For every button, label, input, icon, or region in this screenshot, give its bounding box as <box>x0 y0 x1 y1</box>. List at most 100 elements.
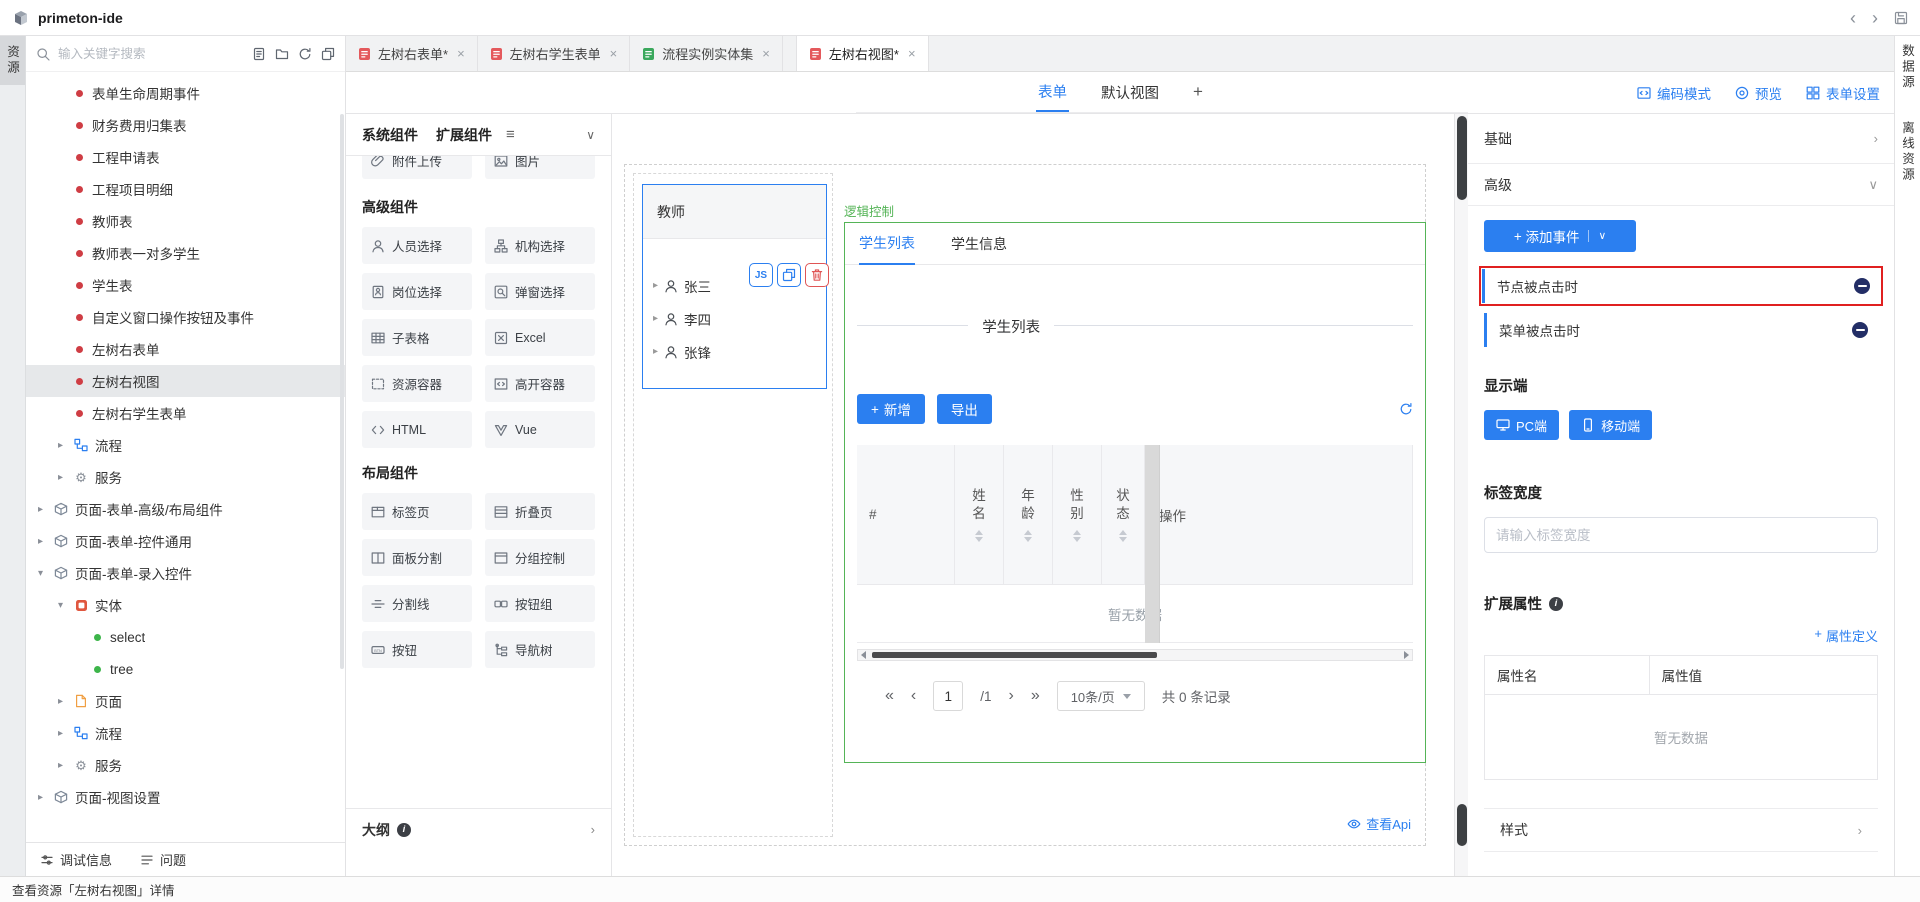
expand-arrow-icon[interactable]: ▸ <box>653 280 658 291</box>
sidebar-scrollbar[interactable] <box>340 114 344 669</box>
sort-icon[interactable] <box>1024 530 1032 542</box>
document-tab[interactable]: 左树右表单* × <box>346 36 478 71</box>
palette-item[interactable]: 图片 <box>485 156 595 179</box>
sort-icon[interactable] <box>1073 530 1081 542</box>
tree-item[interactable]: ▸页面-表单-控件通用 <box>26 525 345 557</box>
tree-item[interactable]: ▸流程 <box>26 717 345 749</box>
scrollbar-thumb[interactable] <box>872 652 1157 658</box>
display-pc-button[interactable]: PC端 <box>1484 410 1559 440</box>
tree-item[interactable]: ▸页面-表单-高级/布局组件 <box>26 493 345 525</box>
expand-arrow-icon[interactable]: ▸ <box>58 728 72 739</box>
sort-icon[interactable] <box>1119 530 1127 542</box>
table-column-header[interactable]: 性别 <box>1053 445 1102 585</box>
tree-item[interactable]: ▸⚙服务 <box>26 749 345 781</box>
refresh-icon[interactable] <box>298 47 312 61</box>
js-script-button[interactable]: JS <box>749 263 773 287</box>
preview-button[interactable]: 预览 <box>1735 83 1782 103</box>
palette-item[interactable]: 子表格 <box>362 319 472 356</box>
tree-item[interactable]: select <box>26 621 345 653</box>
tree-item[interactable]: 左树右学生表单 <box>26 397 345 429</box>
palette-item[interactable]: 标签页 <box>362 493 472 530</box>
expand-arrow-icon[interactable]: ▾ <box>38 568 52 579</box>
table-column-header[interactable]: 年龄 <box>1004 445 1053 585</box>
event-item[interactable]: 节点被点击时 <box>1482 269 1880 303</box>
tree-item[interactable]: 学生表 <box>26 269 345 301</box>
expand-arrow-icon[interactable]: ▸ <box>58 760 72 771</box>
issues-tab[interactable]: 问题 <box>140 850 186 869</box>
close-icon[interactable]: × <box>908 46 916 61</box>
current-page[interactable]: 1 <box>933 681 963 711</box>
document-tab[interactable]: 流程实例实体集 × <box>630 36 783 71</box>
expand-arrow-icon[interactable]: ▸ <box>653 313 658 324</box>
student-view-widget[interactable]: 学生列表学生信息 学生列表 + 新增 导出 <box>844 222 1426 763</box>
add-event-button[interactable]: + 添加事件 ∨ <box>1484 220 1636 252</box>
palette-item[interactable]: 折叠页 <box>485 493 595 530</box>
menu-icon[interactable]: ≡ <box>506 126 515 143</box>
folder-icon[interactable] <box>275 47 289 61</box>
debug-info-tab[interactable]: 调试信息 <box>40 850 112 869</box>
tree-item[interactable]: 教师表 <box>26 205 345 237</box>
rail-tab-datasource[interactable]: 数据源 <box>1898 44 1917 91</box>
palette-item[interactable]: 人员选择 <box>362 227 472 264</box>
tree-item[interactable]: 工程项目明细 <box>26 173 345 205</box>
chevron-right-icon[interactable]: › <box>591 822 595 837</box>
tree-item[interactable]: ▾页面-表单-录入控件 <box>26 557 345 589</box>
add-row-button[interactable]: + 新增 <box>857 394 925 424</box>
page-size-select[interactable]: 10条/页 <box>1057 681 1145 711</box>
next-page-button[interactable]: › <box>1009 687 1014 705</box>
horizontal-scrollbar[interactable] <box>857 649 1413 661</box>
close-icon[interactable]: × <box>762 46 770 61</box>
expand-arrow-icon[interactable]: ▸ <box>38 536 52 547</box>
close-icon[interactable]: × <box>457 46 465 61</box>
sort-icon[interactable] <box>975 530 983 542</box>
remove-event-icon[interactable] <box>1854 278 1870 294</box>
expand-arrow-icon[interactable]: ▸ <box>58 472 72 483</box>
tree-node[interactable]: ▸ 张锋 <box>643 335 826 368</box>
search-input[interactable] <box>58 47 244 61</box>
first-page-button[interactable]: « <box>885 687 894 705</box>
view-tab[interactable]: 默认视图 <box>1099 72 1161 112</box>
palette-item[interactable]: 岗位选择 <box>362 273 472 310</box>
palette-item[interactable]: 弹窗选择 <box>485 273 595 310</box>
new-doc-icon[interactable] <box>252 47 266 61</box>
tree-node[interactable]: ▸ 李四 <box>643 302 826 335</box>
palette-item[interactable]: 分割线 <box>362 585 472 622</box>
teacher-tree-widget[interactable]: 教师 ▸ 张三 ▸ 李四 ▸ 张锋 JS <box>642 184 827 389</box>
section-basic[interactable]: 基础 › <box>1468 114 1894 164</box>
palette-item[interactable]: BTN按钮 <box>362 631 472 668</box>
palette-item[interactable]: Vue <box>485 411 595 448</box>
student-tab[interactable]: 学生列表 <box>859 223 915 265</box>
document-tab[interactable]: 左树右视图* × <box>796 36 929 71</box>
tree-item[interactable]: tree <box>26 653 345 685</box>
history-back-icon[interactable]: ‹ <box>1850 9 1856 27</box>
palette-item[interactable]: 面板分割 <box>362 539 472 576</box>
tree-item[interactable]: ▸⚙服务 <box>26 461 345 493</box>
close-icon[interactable]: × <box>610 46 618 61</box>
duplicate-icon[interactable] <box>321 47 335 61</box>
add-view-button[interactable]: + <box>1191 72 1205 112</box>
tree-item[interactable]: ▾实体 <box>26 589 345 621</box>
event-item[interactable]: 菜单被点击时 <box>1484 313 1878 347</box>
remove-event-icon[interactable] <box>1852 322 1868 338</box>
expand-arrow-icon[interactable]: ▸ <box>38 792 52 803</box>
scroll-right-icon[interactable] <box>1404 651 1409 659</box>
tree-item[interactable]: 表单生命周期事件 <box>26 77 345 109</box>
prev-page-button[interactable]: ‹ <box>911 687 916 705</box>
expand-arrow-icon[interactable]: ▸ <box>38 504 52 515</box>
student-tab[interactable]: 学生信息 <box>951 223 1007 264</box>
palette-item[interactable]: 分组控制 <box>485 539 595 576</box>
property-define-link[interactable]: + 属性定义 <box>1814 626 1878 645</box>
expand-arrow-icon[interactable]: ▸ <box>58 696 72 707</box>
view-tab[interactable]: 表单 <box>1036 72 1069 112</box>
delete-button[interactable] <box>805 263 829 287</box>
palette-item[interactable]: 高开容器 <box>485 365 595 402</box>
rail-tab-offline-resources[interactable]: 离线资源 <box>1898 121 1917 183</box>
palette-tab-extension[interactable]: 扩展组件 <box>436 125 492 145</box>
palette-item[interactable]: 导航树 <box>485 631 595 668</box>
document-tab[interactable]: 左树右学生表单 × <box>478 36 631 71</box>
section-style[interactable]: 样式 › <box>1484 808 1878 852</box>
tree-item[interactable]: 教师表一对多学生 <box>26 237 345 269</box>
table-column-header[interactable]: 状态 <box>1102 445 1145 585</box>
outline-section[interactable]: 大纲 i › <box>346 808 611 850</box>
tree-item[interactable]: 自定义窗口操作按钮及事件 <box>26 301 345 333</box>
